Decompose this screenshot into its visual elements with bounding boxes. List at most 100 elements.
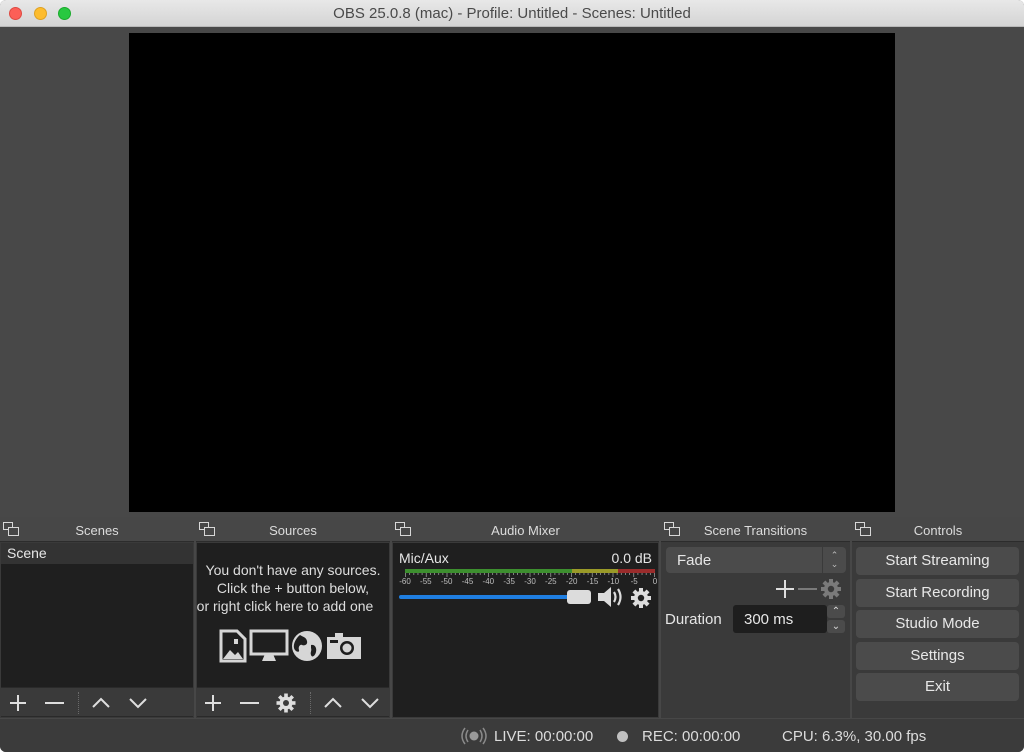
gear-icon [821, 579, 841, 599]
move-scene-up-button[interactable] [90, 693, 112, 713]
minus-icon [798, 588, 817, 590]
status-bar: LIVE: 00:00:00 REC: 00:00:00 CPU: 6.3%, … [0, 719, 1024, 752]
window-title: OBS 25.0.8 (mac) - Profile: Untitled - S… [333, 5, 691, 22]
start-recording-button[interactable]: Start Recording [856, 579, 1019, 607]
recording-indicator-icon [617, 731, 628, 742]
monitor-icon [249, 629, 289, 666]
move-source-down-button[interactable] [359, 693, 381, 713]
exit-button[interactable]: Exit [856, 673, 1019, 701]
transition-tools [764, 578, 844, 602]
move-scene-down-button[interactable] [127, 693, 149, 713]
minus-icon [240, 702, 259, 704]
scenes-dock-header: Scenes [0, 518, 194, 542]
plus-icon [205, 695, 221, 711]
transition-selected-value: Fade [677, 552, 712, 569]
rec-timer: REC: 00:00:00 [642, 728, 741, 745]
speaker-icon [598, 587, 622, 607]
duration-input[interactable]: 300 ms [733, 605, 827, 633]
live-broadcast-icon [461, 727, 487, 745]
duration-spinner: ⌃ ⌄ [827, 605, 845, 633]
sources-toolbar [197, 687, 389, 717]
empty-message-line: or right click here to add one [197, 598, 374, 614]
meter-scale-label: -45 [461, 577, 474, 586]
plus-icon [10, 695, 26, 711]
toolbar-separator [78, 692, 79, 714]
meter-scale-label: -60 [399, 577, 411, 586]
add-transition-button[interactable] [774, 578, 796, 603]
sources-empty-message: You don't have any sources. Click the + … [197, 561, 389, 615]
gear-icon [276, 693, 296, 713]
sources-list[interactable]: You don't have any sources. Click the + … [197, 543, 389, 687]
preview-area [0, 27, 1024, 517]
duration-label: Duration [665, 611, 722, 628]
chevron-down-icon [361, 698, 379, 709]
scene-transitions-dock-header: Scene Transitions [661, 518, 850, 542]
toolbar-separator [310, 692, 311, 714]
duration-decrement-button[interactable]: ⌄ [827, 620, 845, 633]
source-type-icons [219, 629, 369, 665]
audio-mixer-dock-title: Audio Mixer [491, 523, 560, 538]
move-source-up-button[interactable] [322, 693, 344, 713]
meter-scale-label: -30 [524, 577, 536, 586]
transition-properties-button[interactable] [820, 578, 842, 603]
volume-slider-track[interactable] [399, 595, 579, 599]
program-preview[interactable] [129, 33, 895, 512]
add-scene-button[interactable] [7, 693, 29, 713]
settings-button[interactable]: Settings [856, 642, 1019, 670]
obs-window: OBS 25.0.8 (mac) - Profile: Untitled - S… [0, 0, 1024, 752]
scenes-dock: Scenes Scene [0, 518, 194, 718]
scene-transitions-dock-title: Scene Transitions [703, 523, 808, 538]
meter-scale-label: -25 [545, 577, 557, 586]
camera-icon [325, 629, 363, 666]
scenes-dock-title: Scenes [75, 523, 119, 538]
image-icon [219, 629, 247, 666]
meter-scale-label: 0 [652, 577, 658, 586]
mute-button[interactable] [596, 586, 626, 608]
mixer-channel-settings-button[interactable] [630, 587, 652, 609]
remove-scene-button[interactable] [43, 693, 65, 713]
start-streaming-button[interactable]: Start Streaming [856, 547, 1019, 575]
controls-dock-title: Controls [913, 523, 963, 538]
channel-name: Mic/Aux [399, 550, 449, 566]
controls-dock-header: Controls [852, 518, 1024, 542]
meter-scale-label: -50 [440, 577, 453, 586]
transition-select[interactable]: Fade ⌃ ⌄ [666, 547, 846, 573]
title-bar: OBS 25.0.8 (mac) - Profile: Untitled - S… [0, 0, 1024, 27]
chevron-up-icon [92, 697, 110, 708]
mixer-channel: Mic/Aux 0.0 dB -60 -55 -50 -45 -40 -35 -30 -25-… [393, 543, 658, 717]
chevron-up-icon [324, 697, 342, 708]
select-arrows-icon: ⌃ ⌄ [822, 547, 846, 573]
studio-mode-button[interactable]: Studio Mode [856, 610, 1019, 638]
meter-scale-label: -20 [565, 577, 578, 586]
meter-scale-label: -55 [420, 577, 432, 586]
volume-slider-handle[interactable] [567, 590, 591, 604]
source-properties-button[interactable] [275, 693, 297, 713]
duration-value: 300 ms [744, 611, 794, 628]
cpu-fps-readout: CPU: 6.3%, 30.00 fps [782, 728, 927, 745]
scenes-toolbar [1, 687, 193, 717]
sources-dock-header: Sources [196, 518, 390, 542]
sources-dock: Sources You don't have any sources. Clic… [196, 518, 390, 718]
channel-volume-db: 0.0 dB [611, 550, 652, 566]
scene-transitions-dock: Scene Transitions Fade ⌃ ⌄ Duration 300 m… [661, 518, 850, 718]
remove-transition-button[interactable] [796, 578, 818, 603]
chevron-down-icon [129, 698, 147, 709]
add-source-button[interactable] [202, 693, 224, 713]
empty-message-line: You don't have any sources. [205, 562, 381, 578]
meter-scale-label: -5 [630, 577, 638, 586]
meter-scale-label: -40 [482, 577, 495, 586]
remove-source-button[interactable] [238, 693, 260, 713]
meter-scale-label: -15 [586, 577, 599, 586]
empty-message-line: Click the + button below, [216, 580, 370, 596]
audio-mixer-dock-header: Audio Mixer [392, 518, 659, 542]
audio-mixer-dock: Audio Mixer Mic/Aux 0.0 dB -60 -55 -50 -45-… [392, 518, 659, 718]
controls-dock: Controls Start Streaming Start Recording… [852, 518, 1024, 718]
gear-icon [631, 588, 651, 608]
scene-list-item[interactable]: Scene [1, 543, 193, 564]
duration-increment-button[interactable]: ⌃ [827, 605, 845, 618]
live-timer: LIVE: 00:00:00 [494, 728, 594, 745]
plus-icon [776, 580, 794, 598]
meter-scale-label: -10 [607, 577, 620, 586]
sources-dock-title: Sources [269, 523, 317, 538]
scenes-list[interactable]: Scene [1, 543, 193, 687]
